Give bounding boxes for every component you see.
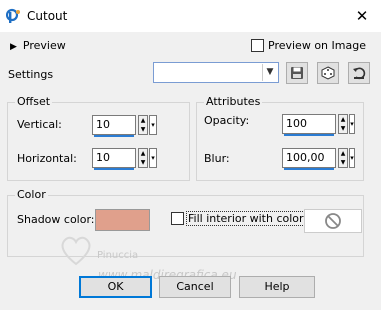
fill-color-swatch[interactable] xyxy=(304,209,362,233)
dice-icon xyxy=(321,66,335,80)
preview-on-image-label: Preview on Image xyxy=(268,39,366,52)
horizontal-label: Horizontal: xyxy=(17,152,77,165)
ok-button[interactable]: OK xyxy=(79,276,152,298)
expand-arrow-icon: ▶ xyxy=(10,42,17,52)
close-icon: ✕ xyxy=(355,7,369,25)
chevron-down-icon[interactable]: ▼ xyxy=(262,64,277,81)
vertical-value: 10 xyxy=(96,118,110,131)
watermark-name: Pinuccia xyxy=(97,250,139,261)
attributes-group-title: Attributes xyxy=(204,95,263,108)
shadow-color-swatch[interactable] xyxy=(95,209,150,231)
fill-interior-checkbox[interactable] xyxy=(171,212,184,225)
shadow-color-label: Shadow color: xyxy=(17,213,95,226)
horizontal-input[interactable]: 10 xyxy=(92,148,136,170)
horizontal-preset-arrow[interactable]: ▾ xyxy=(149,148,157,168)
floppy-disk-icon xyxy=(291,67,303,79)
checkbox-box[interactable] xyxy=(251,39,264,52)
reset-button[interactable] xyxy=(348,62,370,84)
reset-arrow-icon xyxy=(353,67,366,80)
offset-group-title: Offset xyxy=(15,95,53,108)
blur-label: Blur: xyxy=(204,152,230,165)
settings-dropdown[interactable]: ▼ xyxy=(153,62,279,83)
title-bar: Cutout ✕ xyxy=(0,0,381,32)
paintshop-pro-icon xyxy=(6,8,20,23)
window-title: Cutout xyxy=(27,9,68,23)
watermark-heart-icon xyxy=(61,236,91,266)
opacity-spin-buttons[interactable]: ▲ ▼ xyxy=(338,114,348,134)
no-color-icon xyxy=(325,213,341,229)
preview-toggle[interactable]: ▶ Preview xyxy=(10,39,66,52)
horizontal-spin-buttons[interactable]: ▲ ▼ xyxy=(138,148,148,168)
close-button[interactable]: ✕ xyxy=(348,4,376,28)
horizontal-value: 10 xyxy=(96,151,110,164)
opacity-input[interactable]: 100 xyxy=(282,114,336,136)
vertical-spin-buttons[interactable]: ▲ ▼ xyxy=(138,115,148,135)
color-group-title: Color xyxy=(15,188,48,201)
help-button[interactable]: Help xyxy=(239,276,315,298)
blur-input[interactable]: 100,00 xyxy=(282,148,336,170)
blur-value: 100,00 xyxy=(286,151,325,164)
opacity-preset-arrow[interactable]: ▾ xyxy=(349,114,355,134)
vertical-label: Vertical: xyxy=(17,118,62,131)
cancel-button[interactable]: Cancel xyxy=(159,276,231,298)
opacity-spinner[interactable]: 100 ▲ ▼ ▾ xyxy=(282,114,355,136)
save-preset-button[interactable] xyxy=(286,62,308,84)
settings-label: Settings xyxy=(8,68,54,81)
vertical-preset-arrow[interactable]: ▾ xyxy=(149,115,157,135)
fill-interior-label[interactable]: Fill interior with color: xyxy=(186,211,310,226)
preview-on-image-checkbox[interactable]: Preview on Image xyxy=(251,39,366,52)
horizontal-spinner[interactable]: 10 ▲ ▼ ▾ xyxy=(92,148,157,170)
randomize-button[interactable] xyxy=(317,62,339,84)
opacity-value: 100 xyxy=(286,117,307,130)
vertical-spinner[interactable]: 10 ▲ ▼ ▾ xyxy=(92,115,157,137)
blur-spin-buttons[interactable]: ▲ ▼ xyxy=(338,148,348,168)
blur-spinner[interactable]: 100,00 ▲ ▼ ▾ xyxy=(282,148,355,170)
blur-preset-arrow[interactable]: ▾ xyxy=(349,148,355,168)
opacity-label: Opacity: xyxy=(204,114,250,127)
preview-label: Preview xyxy=(22,39,66,52)
vertical-input[interactable]: 10 xyxy=(92,115,136,137)
